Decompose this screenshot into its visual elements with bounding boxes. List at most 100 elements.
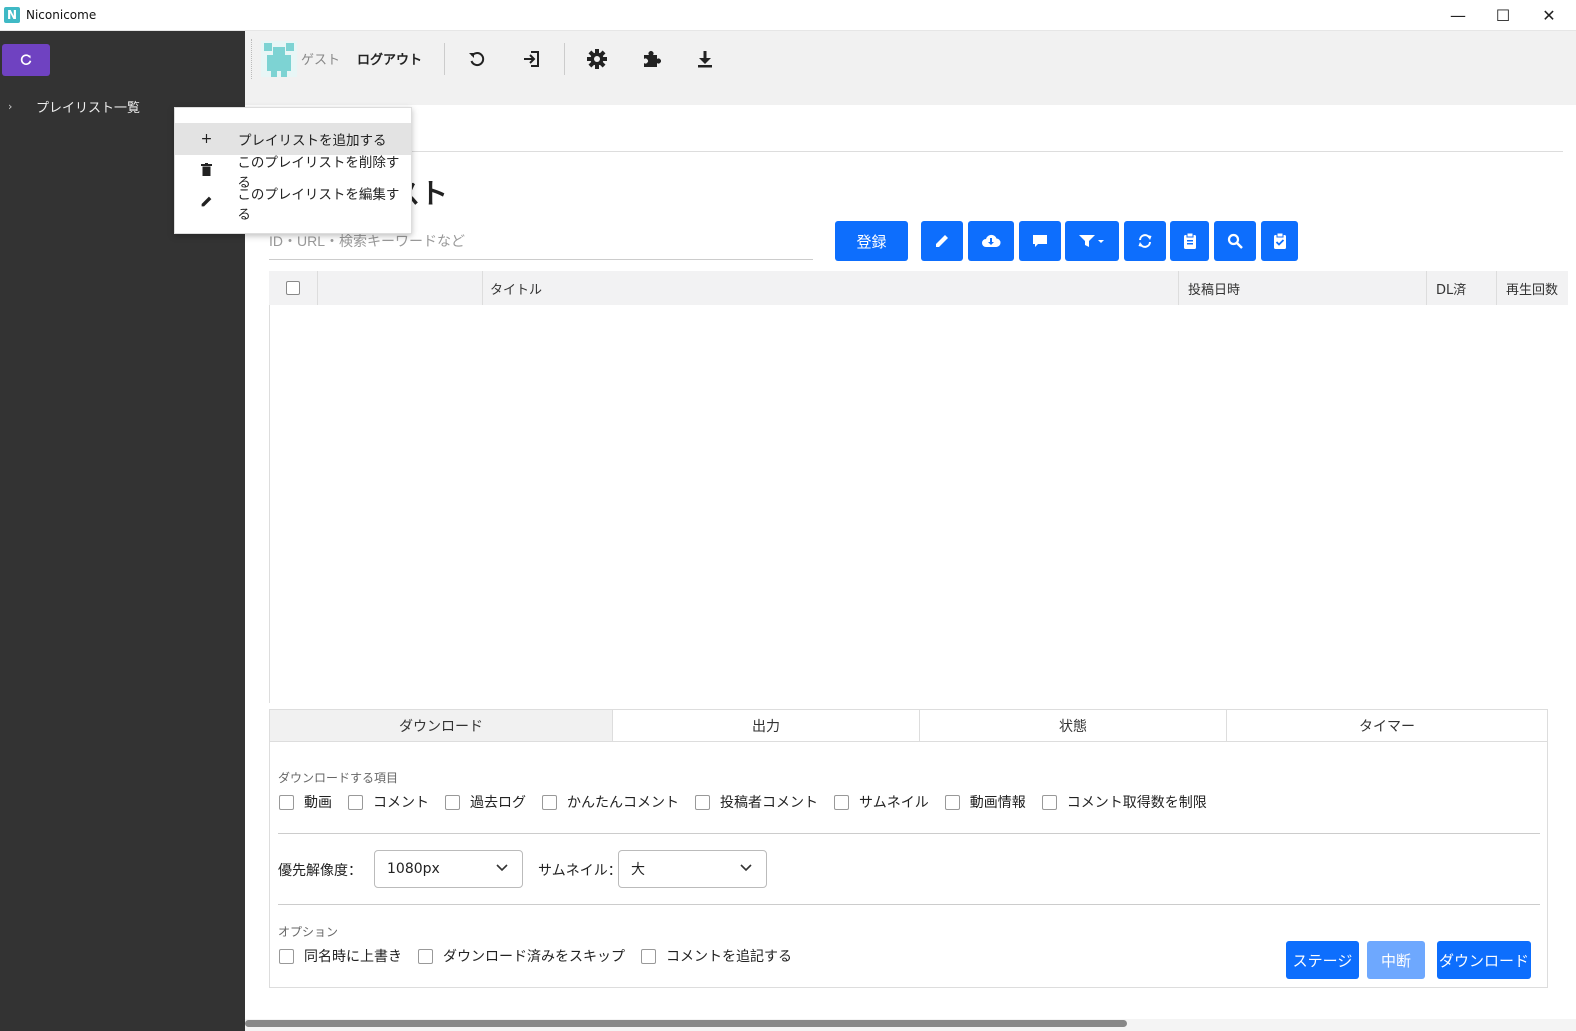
- checkbox-skip-downloaded[interactable]: ダウンロード済みをスキップ: [418, 946, 625, 966]
- thumbnail-size-select[interactable]: 大: [618, 850, 767, 888]
- login-icon: [524, 51, 539, 67]
- column-separator[interactable]: [1178, 271, 1179, 305]
- column-header-title[interactable]: タイトル: [490, 271, 542, 305]
- checkbox-label: コメントを追記する: [666, 949, 792, 965]
- avatar: [261, 41, 297, 77]
- download-items-label: ダウンロードする項目: [278, 771, 399, 785]
- checkbox-easy-comment[interactable]: かんたんコメント: [542, 792, 679, 812]
- download-items-row: 動画 コメント 過去ログ かんたんコメント 投稿者コメント サムネイル 動画情報…: [279, 792, 1223, 812]
- edit-button[interactable]: [921, 221, 963, 261]
- app-icon: N: [4, 7, 20, 23]
- menu-item-edit-playlist[interactable]: このプレイリストを編集する: [175, 187, 411, 223]
- top-toolbar: ゲスト ログアウト: [245, 31, 1576, 105]
- close-button[interactable]: ✕: [1526, 0, 1572, 31]
- comment-button[interactable]: [1019, 221, 1061, 261]
- checkbox-box[interactable]: [1041, 794, 1057, 810]
- resolution-label: 優先解像度：: [278, 863, 362, 879]
- toolbar-divider: [444, 43, 445, 75]
- sync-icon: [1138, 234, 1152, 248]
- checkbox-box[interactable]: [542, 794, 557, 810]
- filter-dropdown-button[interactable]: [1065, 221, 1119, 261]
- pencil-icon: [175, 195, 237, 212]
- search-button[interactable]: [1214, 221, 1256, 261]
- divider: [278, 904, 1540, 905]
- checkbox-limit-comments[interactable]: コメント取得数を制限: [1041, 792, 1207, 812]
- sidebar-refresh-button[interactable]: [2, 44, 50, 76]
- checkbox-box[interactable]: [641, 948, 656, 964]
- video-table-body[interactable]: [269, 305, 1568, 703]
- checkbox-label: かんたんコメント: [567, 795, 679, 811]
- column-header-upload-date[interactable]: 投稿日時: [1188, 271, 1240, 305]
- abort-button[interactable]: 中断: [1367, 941, 1425, 979]
- tab-download[interactable]: ダウンロード: [270, 710, 613, 742]
- checkbox-box[interactable]: [348, 794, 363, 810]
- checkbox-comment[interactable]: コメント: [348, 792, 429, 812]
- checkbox-box[interactable]: [944, 794, 960, 810]
- resolution-select[interactable]: 1080px: [374, 850, 523, 888]
- window-title: Niconicome: [26, 8, 97, 22]
- resolution-value: 1080px: [387, 861, 440, 877]
- checkbox-label: 動画: [304, 795, 332, 811]
- scrollbar-thumb[interactable]: [245, 1020, 1127, 1027]
- chevron-down-icon: [740, 864, 752, 872]
- settings-button[interactable]: [583, 45, 611, 73]
- close-icon: ✕: [1542, 6, 1556, 25]
- chevron-down-icon: [496, 864, 508, 872]
- checkbox-box[interactable]: [445, 794, 460, 810]
- select-all-checkbox[interactable]: [286, 281, 300, 295]
- download-icon: [698, 51, 712, 68]
- refresh-icon: [20, 54, 32, 65]
- column-separator[interactable]: [482, 271, 483, 305]
- update-download-button[interactable]: [691, 45, 719, 73]
- checkbox-thumbnail[interactable]: サムネイル: [834, 792, 929, 812]
- column-separator[interactable]: [1426, 271, 1427, 305]
- checkbox-past-log[interactable]: 過去ログ: [445, 792, 526, 812]
- sync-button[interactable]: [1124, 221, 1166, 261]
- tab-timer[interactable]: タイマー: [1227, 710, 1547, 742]
- thumbnail-size-value: 大: [631, 862, 645, 878]
- checkbox-box[interactable]: [279, 794, 294, 810]
- checkbox-box[interactable]: [834, 794, 849, 810]
- logout-button[interactable]: ログアウト: [357, 49, 422, 68]
- horizontal-scrollbar[interactable]: [245, 1019, 1576, 1031]
- login-button[interactable]: [517, 45, 545, 73]
- tab-status[interactable]: 状態: [920, 710, 1227, 742]
- column-separator[interactable]: [1496, 271, 1497, 305]
- options-row: 同名時に上書き ダウンロード済みをスキップ コメントを追記する: [279, 946, 808, 966]
- playlist-tree-root[interactable]: › プレイリスト一覧: [8, 97, 140, 116]
- checkbox-overwrite[interactable]: 同名時に上書き: [279, 946, 402, 966]
- column-separator[interactable]: [317, 271, 318, 305]
- tab-output[interactable]: 出力: [613, 710, 920, 742]
- addons-button[interactable]: [637, 45, 665, 73]
- checkbox-video-info[interactable]: 動画情報: [944, 792, 1026, 812]
- checkbox-box[interactable]: [279, 948, 294, 964]
- clipboard-icon: [1183, 233, 1196, 249]
- clipboard-check-button[interactable]: [1261, 221, 1298, 261]
- download-button[interactable]: ダウンロード: [1437, 941, 1531, 979]
- thumbnail-size-label: サムネイル：: [538, 863, 622, 879]
- cloud-download-button[interactable]: [968, 221, 1014, 261]
- playlist-tree-label: プレイリスト一覧: [36, 101, 141, 116]
- checkbox-box[interactable]: [695, 794, 710, 810]
- comment-icon: [1033, 235, 1047, 247]
- search-icon: [1227, 233, 1243, 249]
- restart-button[interactable]: [463, 45, 491, 73]
- cloud-download-icon: [982, 234, 1001, 248]
- register-button[interactable]: 登録: [835, 221, 908, 261]
- menu-item-label: このプレイリストを編集する: [237, 187, 400, 223]
- clipboard-button[interactable]: [1170, 221, 1209, 261]
- plus-icon: +: [200, 131, 213, 147]
- checkbox-video[interactable]: 動画: [279, 792, 332, 812]
- maximize-button[interactable]: ☐: [1480, 0, 1526, 31]
- checkbox-box[interactable]: [418, 948, 433, 964]
- column-header-downloaded[interactable]: DL済: [1436, 271, 1466, 305]
- minimize-button[interactable]: —: [1435, 0, 1481, 31]
- checkbox-append-comments[interactable]: コメントを追記する: [641, 946, 792, 966]
- minimize-icon: —: [1450, 6, 1466, 25]
- stage-button[interactable]: ステージ: [1286, 941, 1359, 979]
- chevron-right-icon: ›: [8, 100, 13, 113]
- checkbox-owner-comment[interactable]: 投稿者コメント: [695, 792, 818, 812]
- column-header-views[interactable]: 再生回数: [1506, 271, 1558, 305]
- tab-strip-divider: [245, 151, 1563, 152]
- user-name: ゲスト: [301, 53, 341, 68]
